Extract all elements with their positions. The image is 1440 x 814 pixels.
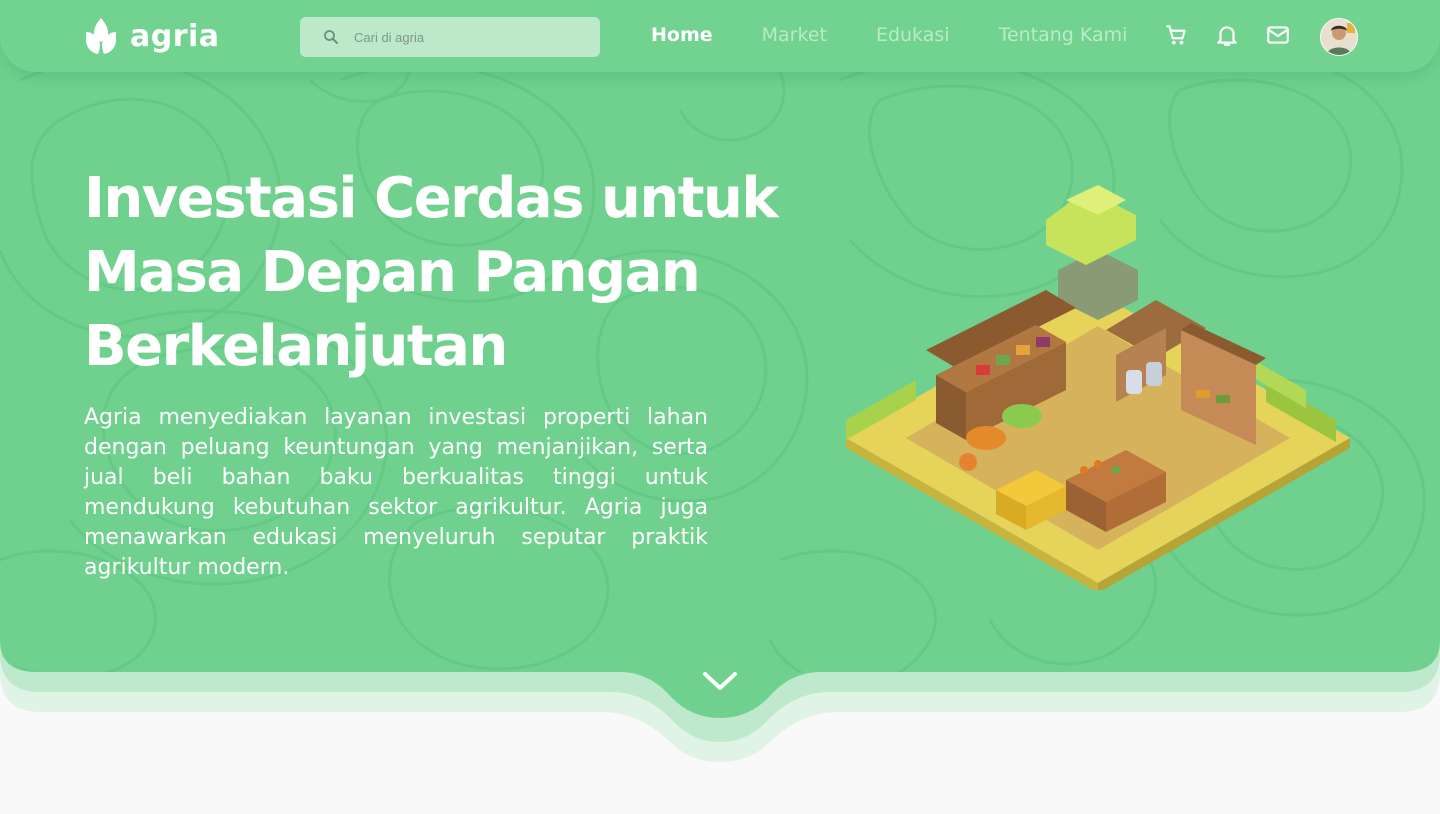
brand-name: agria [130,18,220,54]
search-input[interactable] [352,28,576,46]
search-icon [324,30,338,44]
nav-link-home[interactable]: Home [651,24,713,46]
mail-icon[interactable] [1265,22,1291,48]
leaf-logo-icon [86,18,116,54]
hero-description: Agria menyediakan layanan investasi prop… [84,405,708,580]
nav-link-market[interactable]: Market [762,24,827,46]
nav-link-edukasi[interactable]: Edukasi [876,24,950,46]
hero-section: Investasi Cerdas untuk Masa Depan Pangan… [0,0,1440,672]
chevron-down-icon [703,672,737,690]
nav-links: Home Market Edukasi Tentang Kami [651,24,1176,46]
search-bar[interactable] [300,17,600,57]
scroll-down-button[interactable] [700,666,740,698]
brand-logo[interactable]: agria [84,16,220,56]
cart-icon[interactable] [1163,22,1189,48]
hero-headline: Investasi Cerdas untuk Masa Depan Pangan… [84,166,779,379]
market-illustration [846,185,1350,590]
nav-action-icons [1163,22,1291,48]
bell-icon[interactable] [1214,22,1240,48]
top-navbar: agria Home Market Edukasi Tentang Kami [0,0,1440,72]
avatar[interactable] [1320,18,1358,56]
nav-link-tentang-kami[interactable]: Tentang Kami [999,24,1128,46]
